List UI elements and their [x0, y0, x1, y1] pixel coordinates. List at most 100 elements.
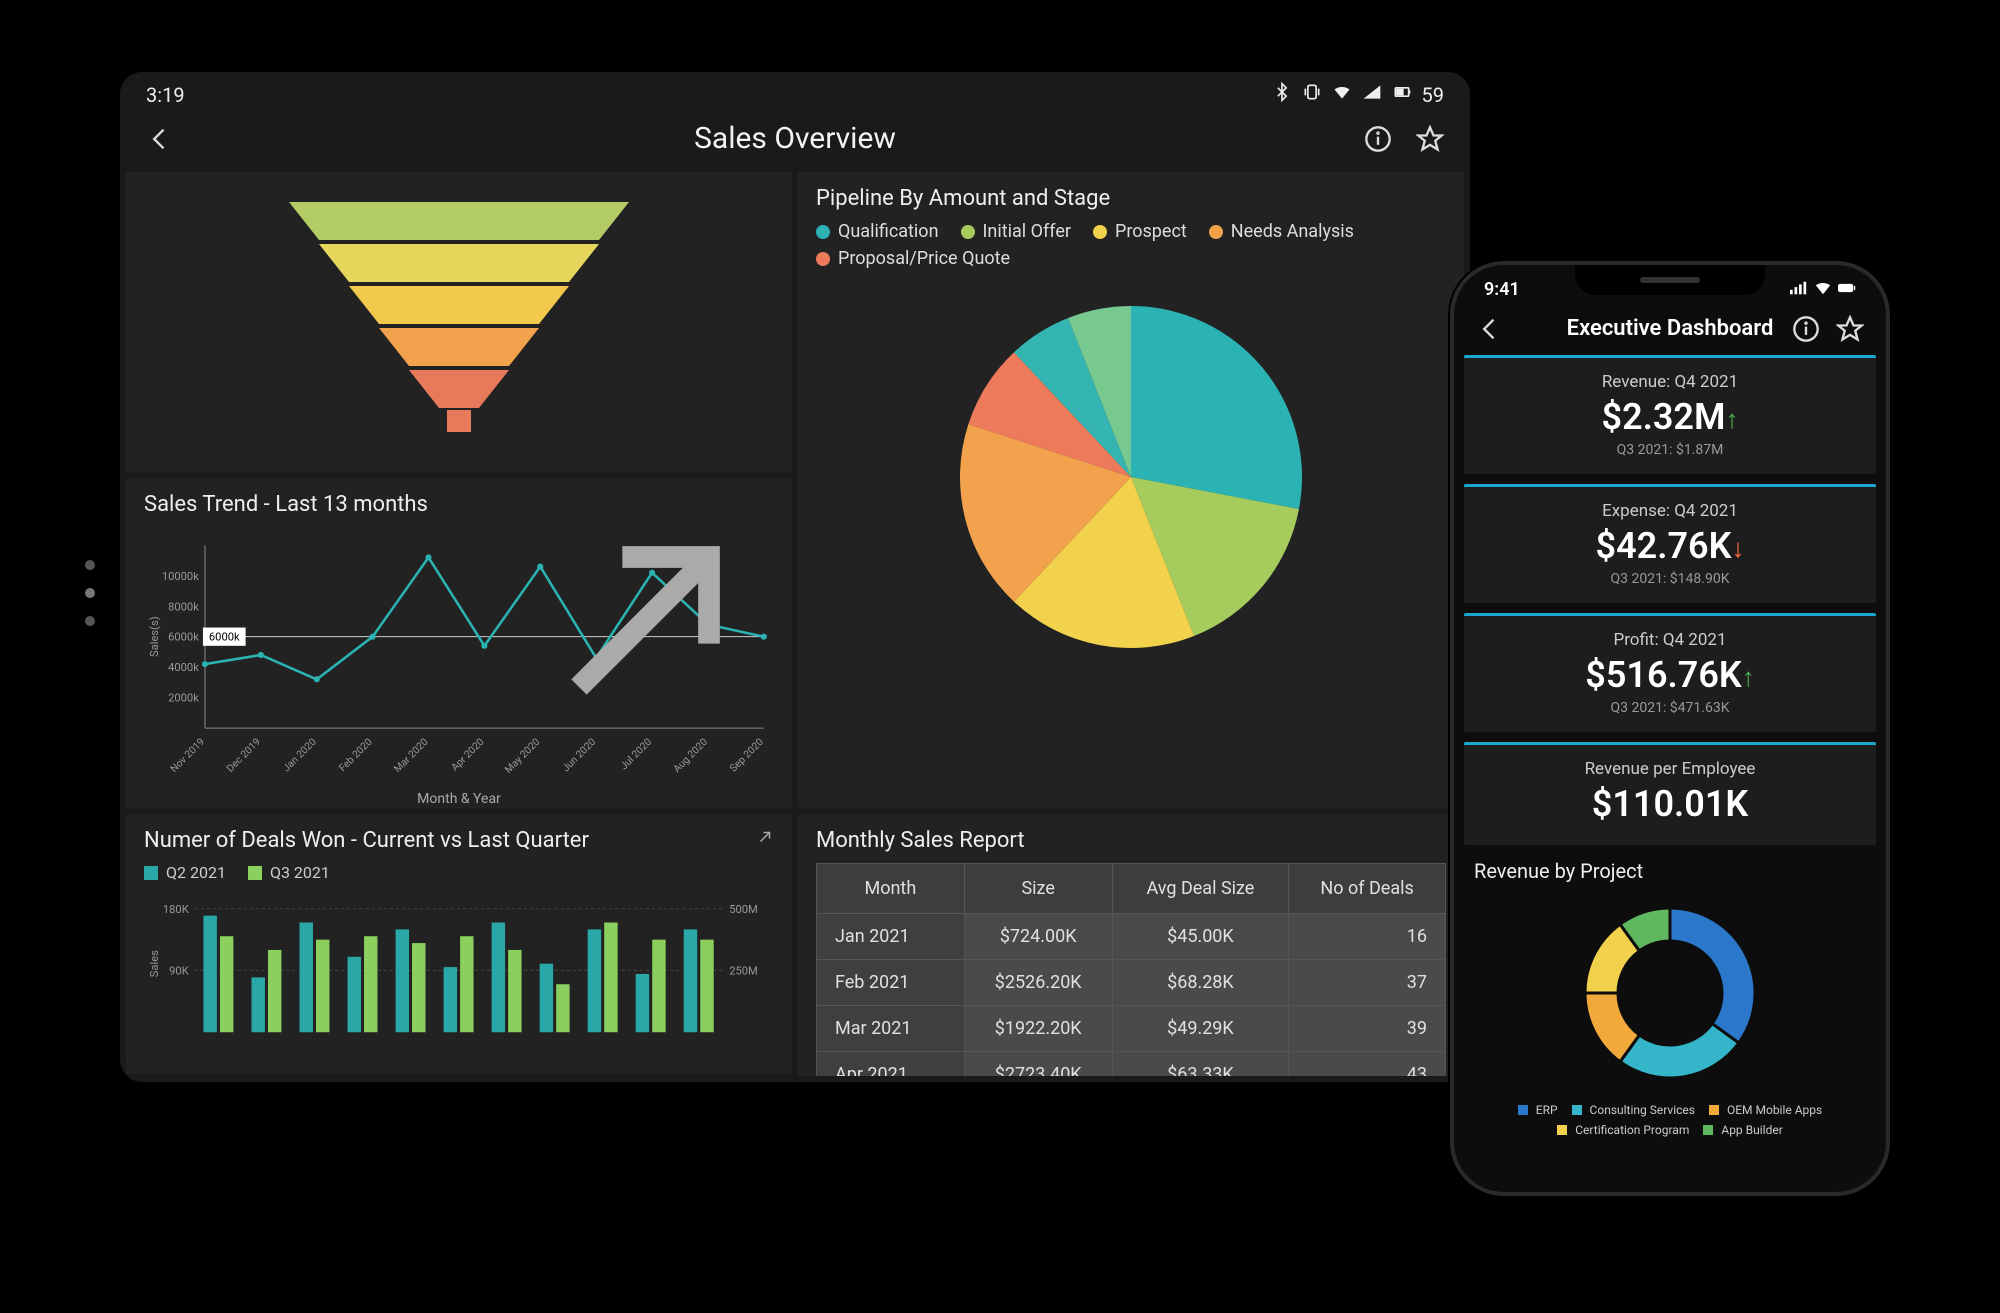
legend-item: Prospect: [1093, 221, 1187, 242]
donut-chart: [1560, 893, 1780, 1093]
stat-value: $42.76K↓: [1474, 525, 1866, 567]
back-button[interactable]: [1476, 315, 1504, 343]
star-icon[interactable]: [1836, 315, 1864, 343]
stat-value: $2.32M↑: [1474, 396, 1866, 438]
page-title: Sales Overview: [694, 121, 896, 156]
legend-item: App Builder: [1703, 1123, 1782, 1137]
svg-text:Nov 2019: Nov 2019: [169, 736, 208, 775]
stat-sub: Q3 2021: $471.63K: [1474, 700, 1866, 716]
pie-title: Pipeline By Amount and Stage: [816, 186, 1446, 211]
legend-item: Qualification: [816, 221, 939, 242]
deals-title: Numer of Deals Won - Current vs Last Qua…: [144, 828, 774, 853]
table-row[interactable]: Mar 2021$1922.20K$49.29K39: [817, 1006, 1446, 1052]
battery-icon: [1838, 279, 1856, 300]
donut-title: Revenue by Project: [1464, 855, 1876, 893]
bar-legend: Q2 2021 Q3 2021: [144, 863, 774, 882]
tablet-device: 3:19 59 Sales Overview: [120, 72, 1470, 1082]
svg-text:Jan 2020: Jan 2020: [281, 736, 319, 774]
pagination-dots[interactable]: [85, 560, 95, 626]
table-header: Avg Deal Size: [1112, 864, 1289, 914]
legend-item: ERP: [1518, 1103, 1558, 1117]
signal-icon: [1362, 82, 1382, 107]
stat-sub: Q3 2021: $148.90K: [1474, 571, 1866, 587]
svg-text:180K: 180K: [163, 903, 189, 916]
table-header: No of Deals: [1289, 864, 1446, 914]
funnel-chart: [279, 202, 639, 442]
table-header: Month: [817, 864, 965, 914]
expand-icon[interactable]: [756, 828, 774, 850]
stat-sub: Q3 2021: $1.87M: [1474, 442, 1866, 458]
phone-header: Executive Dashboard: [1454, 306, 1886, 355]
legend-item: Needs Analysis: [1209, 221, 1354, 242]
stat-card[interactable]: Revenue: Q4 2021 $2.32M↑ Q3 2021: $1.87M: [1464, 355, 1876, 474]
table-row[interactable]: Feb 2021$2526.20K$68.28K37: [817, 960, 1446, 1006]
bar-chart: 90K 180K 250M 500M Sales: [144, 890, 774, 1042]
stat-value: $110.01K: [1474, 783, 1866, 825]
line-xlabel: Month & Year: [144, 791, 774, 807]
table-row[interactable]: Jan 2021$724.00K$45.00K16: [817, 914, 1446, 960]
table-row[interactable]: Apr 2021$2723.40K$63.33K43: [817, 1052, 1446, 1077]
svg-text:500M: 500M: [729, 903, 758, 916]
battery-percent: 59: [1422, 83, 1444, 107]
svg-text:Apr 2020: Apr 2020: [450, 736, 487, 773]
status-time: 3:19: [146, 83, 185, 107]
donut-legend: ERP Consulting Services OEM Mobile Apps Cer…: [1464, 1093, 1876, 1147]
star-icon[interactable]: [1416, 125, 1444, 153]
svg-text:Mar 2020: Mar 2020: [392, 736, 431, 775]
battery-icon: [1392, 82, 1412, 107]
tablet-status-bar: 3:19 59: [120, 72, 1470, 113]
bar-legend-b: Q3 2021: [270, 863, 330, 882]
expand-icon[interactable]: [514, 492, 774, 756]
info-icon[interactable]: [1364, 125, 1392, 153]
phone-device: 9:41 Executive Dashboard Revenue: Q4 202…: [1450, 261, 1890, 1196]
monthly-sales-table: MonthSizeAvg Deal SizeNo of Deals Jan 20…: [816, 863, 1446, 1076]
svg-text:4000k: 4000k: [168, 661, 199, 674]
legend-item: Initial Offer: [961, 221, 1071, 242]
revenue-by-project-card[interactable]: Revenue by Project ERP Consulting Service…: [1464, 855, 1876, 1147]
svg-text:2000k: 2000k: [168, 692, 199, 705]
svg-text:Sales: Sales: [148, 950, 161, 977]
svg-text:6000k: 6000k: [209, 631, 240, 644]
legend-item: Consulting Services: [1572, 1103, 1695, 1117]
pie-chart: [951, 297, 1311, 657]
stat-card[interactable]: Expense: Q4 2021 $42.76K↓ Q3 2021: $148.…: [1464, 484, 1876, 603]
svg-text:Sales(s): Sales(s): [148, 616, 161, 657]
pie-legend: Qualification Initial Offer Prospect Needs …: [816, 221, 1446, 269]
vibrate-icon: [1302, 82, 1322, 107]
signal-icon: [1790, 279, 1808, 300]
legend-item: Certification Program: [1557, 1123, 1689, 1137]
stat-label: Revenue: Q4 2021: [1474, 372, 1866, 392]
stat-card[interactable]: Revenue per Employee $110.01K: [1464, 742, 1876, 845]
svg-text:6000k: 6000k: [168, 631, 199, 644]
svg-text:Feb 2020: Feb 2020: [337, 736, 375, 774]
sales-trend-card[interactable]: Sales Trend - Last 13 months 2000k4000k6…: [126, 478, 792, 808]
bar-legend-a: Q2 2021: [166, 863, 226, 882]
svg-text:250M: 250M: [729, 965, 758, 978]
svg-text:8000k: 8000k: [168, 600, 199, 613]
status-icons: 59: [1272, 82, 1444, 107]
legend-item: OEM Mobile Apps: [1709, 1103, 1822, 1117]
pipeline-pie-card[interactable]: Pipeline By Amount and Stage Qualificati…: [798, 172, 1464, 808]
phone-notch: [1575, 265, 1765, 295]
wifi-icon: [1814, 279, 1832, 300]
tablet-header: Sales Overview: [120, 113, 1470, 172]
info-icon[interactable]: [1792, 315, 1820, 343]
stat-card[interactable]: Profit: Q4 2021 $516.76K↑ Q3 2021: $471.…: [1464, 613, 1876, 732]
table-title: Monthly Sales Report: [816, 828, 1446, 853]
bluetooth-icon: [1272, 82, 1292, 107]
stat-label: Profit: Q4 2021: [1474, 630, 1866, 650]
legend-item: Proposal/Price Quote: [816, 248, 1010, 269]
funnel-chart-card[interactable]: [126, 172, 792, 472]
svg-text:Dec 2019: Dec 2019: [225, 736, 263, 774]
deals-bar-card[interactable]: Numer of Deals Won - Current vs Last Qua…: [126, 814, 792, 1074]
phone-status-time: 9:41: [1484, 279, 1520, 300]
back-button[interactable]: [146, 125, 174, 153]
monthly-sales-table-card[interactable]: Monthly Sales Report MonthSizeAvg Deal S…: [798, 814, 1464, 1076]
stat-label: Revenue per Employee: [1474, 759, 1866, 779]
stat-label: Expense: Q4 2021: [1474, 501, 1866, 521]
table-header: Size: [964, 864, 1112, 914]
stat-value: $516.76K↑: [1474, 654, 1866, 696]
phone-page-title: Executive Dashboard: [1567, 316, 1774, 341]
svg-text:90K: 90K: [169, 965, 189, 978]
svg-text:10000k: 10000k: [162, 570, 199, 583]
